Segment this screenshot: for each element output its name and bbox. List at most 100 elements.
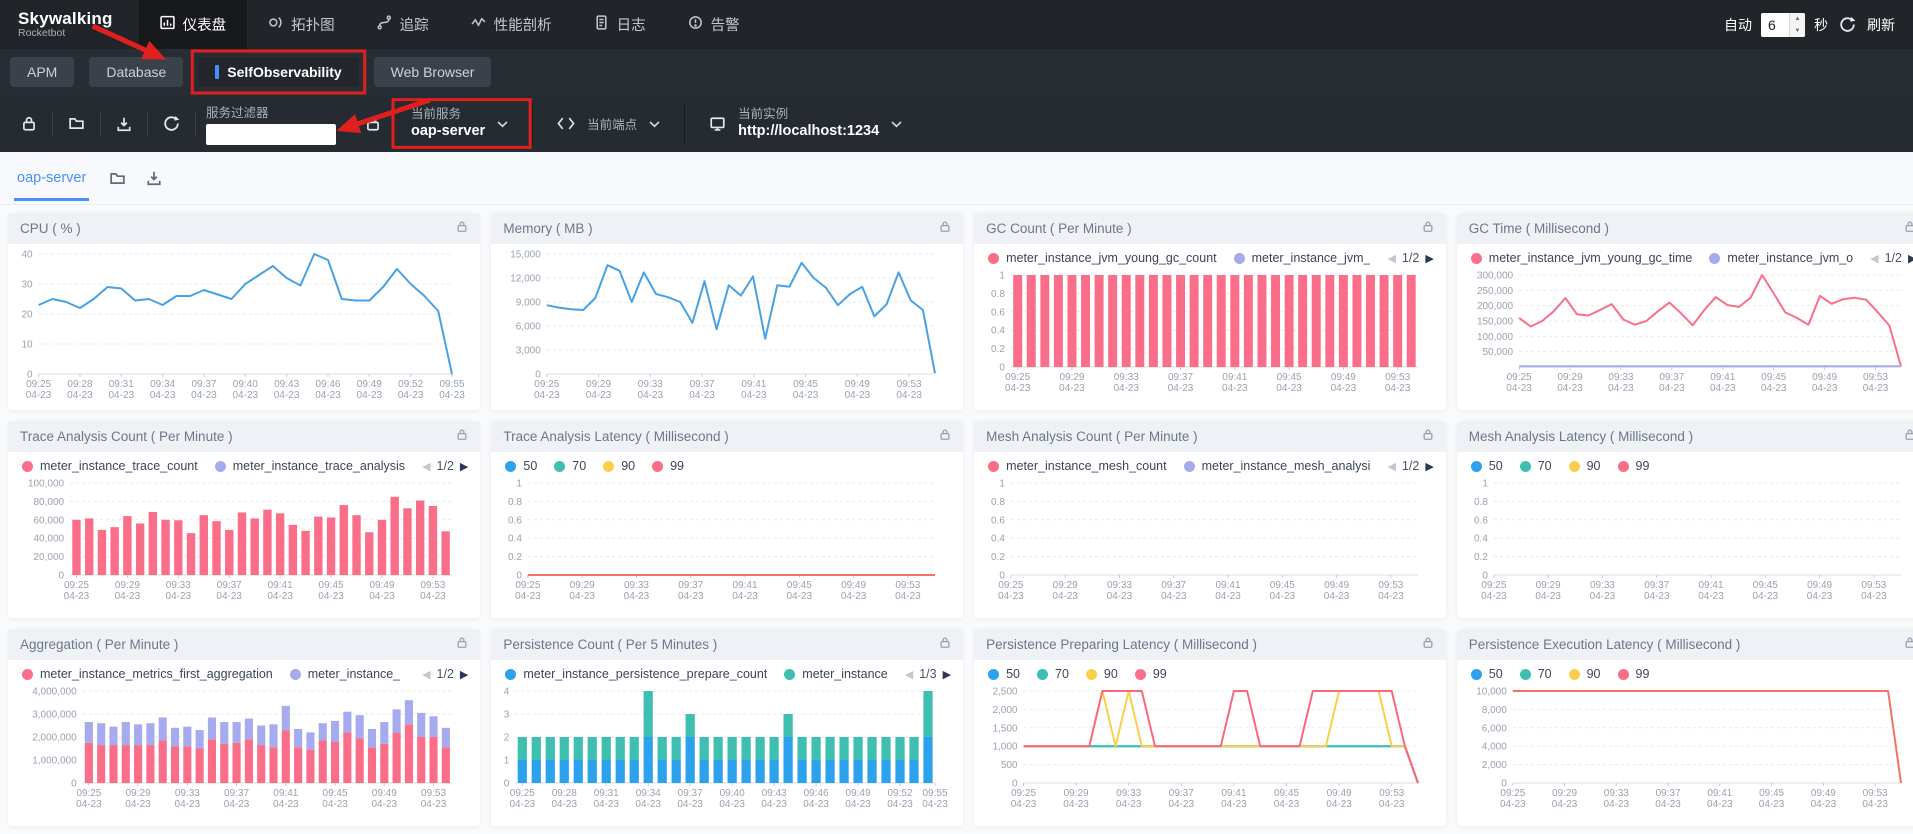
legend-item[interactable]: 99 [1618, 459, 1650, 473]
current-service-selector[interactable]: 当前服务 oap-server [396, 107, 523, 141]
lock-icon[interactable] [939, 636, 951, 654]
service-lock-icon[interactable] [350, 115, 396, 132]
group-tab-database[interactable]: Database [89, 57, 183, 87]
nav-item-topology[interactable]: 拓扑图 [247, 0, 356, 49]
lock-icon[interactable] [1422, 636, 1434, 654]
lock-icon[interactable] [1904, 428, 1913, 446]
legend-item[interactable]: 50 [1471, 459, 1503, 473]
page-right-icon[interactable]: ▶ [1425, 460, 1433, 473]
lock-icon[interactable] [1904, 220, 1913, 238]
lock-icon[interactable] [6, 115, 52, 132]
folder-icon[interactable] [109, 171, 126, 186]
nav-item-profile[interactable]: 性能剖析 [450, 0, 573, 49]
current-endpoint-selector[interactable]: 当前端点 [542, 114, 675, 133]
lock-icon[interactable] [456, 428, 468, 446]
svg-text:09:3704-23: 09:3704-23 [1655, 788, 1681, 810]
legend-item[interactable]: 99 [1135, 667, 1167, 681]
legend-item[interactable]: meter_instance_mesh_analysi [1184, 459, 1371, 473]
lock-icon[interactable] [939, 428, 951, 446]
legend-item[interactable]: meter_instance_metrics_first_aggregation [22, 667, 273, 681]
legend-item[interactable]: meter_instance_trace_count [22, 459, 198, 473]
nav-item-alarm[interactable]: 告警 [667, 0, 761, 49]
service-filter: 服务过滤器 [206, 102, 336, 145]
page-left-icon[interactable]: ◀ [905, 668, 913, 681]
page-right-icon[interactable]: ▶ [1908, 252, 1913, 265]
import-icon[interactable] [101, 116, 147, 132]
chart-canvas: 00.20.40.60.8109:2504-2309:2904-2309:330… [499, 475, 949, 607]
svg-text:09:3704-23: 09:3704-23 [1168, 372, 1194, 394]
folder-icon[interactable] [53, 116, 100, 131]
nav-item-trace[interactable]: 追踪 [356, 0, 450, 49]
lock-icon[interactable] [1422, 220, 1434, 238]
current-instance-selector[interactable]: 当前实例 http://localhost:1234 [694, 107, 917, 141]
legend-item[interactable]: meter_instance_jvm_young_gc_count [988, 251, 1217, 265]
lock-icon[interactable] [1422, 428, 1434, 446]
svg-text:2,000: 2,000 [1482, 760, 1507, 771]
svg-text:09:2504-23: 09:2504-23 [1005, 372, 1031, 394]
legend-dot-icon [1086, 669, 1097, 680]
legend-item[interactable]: meter_instance_trace_analysis [215, 459, 405, 473]
legend-item[interactable]: meter_instance_mesh_count [988, 459, 1167, 473]
logo[interactable]: Skywalking Rocketbot [18, 10, 113, 39]
page-left-icon[interactable]: ◀ [1387, 252, 1395, 265]
legend-item[interactable]: 70 [1037, 667, 1069, 681]
legend-item[interactable]: 70 [554, 459, 586, 473]
legend-dot-icon [1520, 461, 1531, 472]
page-right-icon[interactable]: ▶ [460, 668, 468, 681]
interval-input[interactable] [1761, 13, 1789, 37]
refresh-icon[interactable] [1837, 16, 1858, 33]
legend-item[interactable]: 90 [1569, 459, 1601, 473]
chart-card-gc-time: GC Time ( Millisecond )meter_instance_jv… [1457, 213, 1913, 410]
legend-item[interactable]: 70 [1520, 667, 1552, 681]
page-left-icon[interactable]: ◀ [422, 460, 430, 473]
group-tab-selfobservability[interactable]: SelfObservability [198, 57, 358, 87]
legend-item[interactable]: meter_instance_jvm_ [1234, 251, 1371, 265]
page-right-icon[interactable]: ▶ [1425, 252, 1433, 265]
svg-text:1: 1 [517, 479, 523, 490]
legend-item[interactable]: meter_instance_jvm_young_gc_time [1471, 251, 1693, 265]
legend-item[interactable]: 90 [1569, 667, 1601, 681]
legend-item[interactable]: 90 [603, 459, 635, 473]
nav-item-log[interactable]: 日志 [573, 0, 667, 49]
page-left-icon[interactable]: ◀ [422, 668, 430, 681]
nav-item-dashboard[interactable]: 仪表盘 [139, 0, 248, 49]
svg-text:09:2804-23: 09:2804-23 [552, 788, 578, 810]
spin-up-icon[interactable]: ▲ [1790, 13, 1805, 25]
page-right-icon[interactable]: ▶ [460, 460, 468, 473]
legend-item[interactable]: meter_instance_jvm_o [1709, 251, 1853, 265]
chart-card-header: Memory ( MB ) [491, 213, 963, 244]
lock-icon[interactable] [939, 220, 951, 238]
legend-item[interactable]: 50 [1471, 667, 1503, 681]
lock-icon[interactable] [1904, 636, 1913, 654]
refresh-label[interactable]: 刷新 [1867, 15, 1895, 35]
svg-text:09:4004-23: 09:4004-23 [720, 788, 746, 810]
legend-item[interactable]: meter_instance_persistence_prepare_count [505, 667, 767, 681]
legend-item[interactable]: 50 [988, 667, 1020, 681]
legend-dot-icon [988, 461, 999, 472]
group-tab-apm[interactable]: APM [10, 57, 74, 87]
svg-text:1,500: 1,500 [993, 723, 1018, 734]
legend-item[interactable]: meter_instance [784, 667, 887, 681]
lock-icon[interactable] [456, 220, 468, 238]
service-filter-input[interactable] [206, 124, 336, 145]
spin-down-icon[interactable]: ▼ [1790, 25, 1805, 37]
legend-item[interactable]: meter_instance_ [290, 667, 400, 681]
legend-item[interactable]: 50 [505, 459, 537, 473]
page-left-icon[interactable]: ◀ [1870, 252, 1878, 265]
svg-text:09:4104-23: 09:4104-23 [1222, 372, 1248, 394]
group-tab-web-browser[interactable]: Web Browser [374, 57, 492, 87]
svg-text:09:3704-23: 09:3704-23 [191, 379, 217, 401]
import-icon[interactable] [146, 170, 162, 186]
page-right-icon[interactable]: ▶ [943, 668, 951, 681]
legend-item[interactable]: 99 [652, 459, 684, 473]
legend-item[interactable]: 70 [1520, 459, 1552, 473]
legend-item[interactable]: 99 [1618, 667, 1650, 681]
page-left-icon[interactable]: ◀ [1387, 460, 1395, 473]
legend-item[interactable]: 90 [1086, 667, 1118, 681]
chart-card-persistence-preparing-latency: Persistence Preparing Latency ( Millisec… [974, 629, 1446, 826]
svg-text:4,000: 4,000 [1482, 742, 1507, 753]
reload-icon[interactable] [148, 115, 195, 132]
page-tab-oap-server[interactable]: oap-server [14, 155, 89, 201]
svg-text:50,000: 50,000 [1482, 347, 1513, 358]
lock-icon[interactable] [456, 636, 468, 654]
